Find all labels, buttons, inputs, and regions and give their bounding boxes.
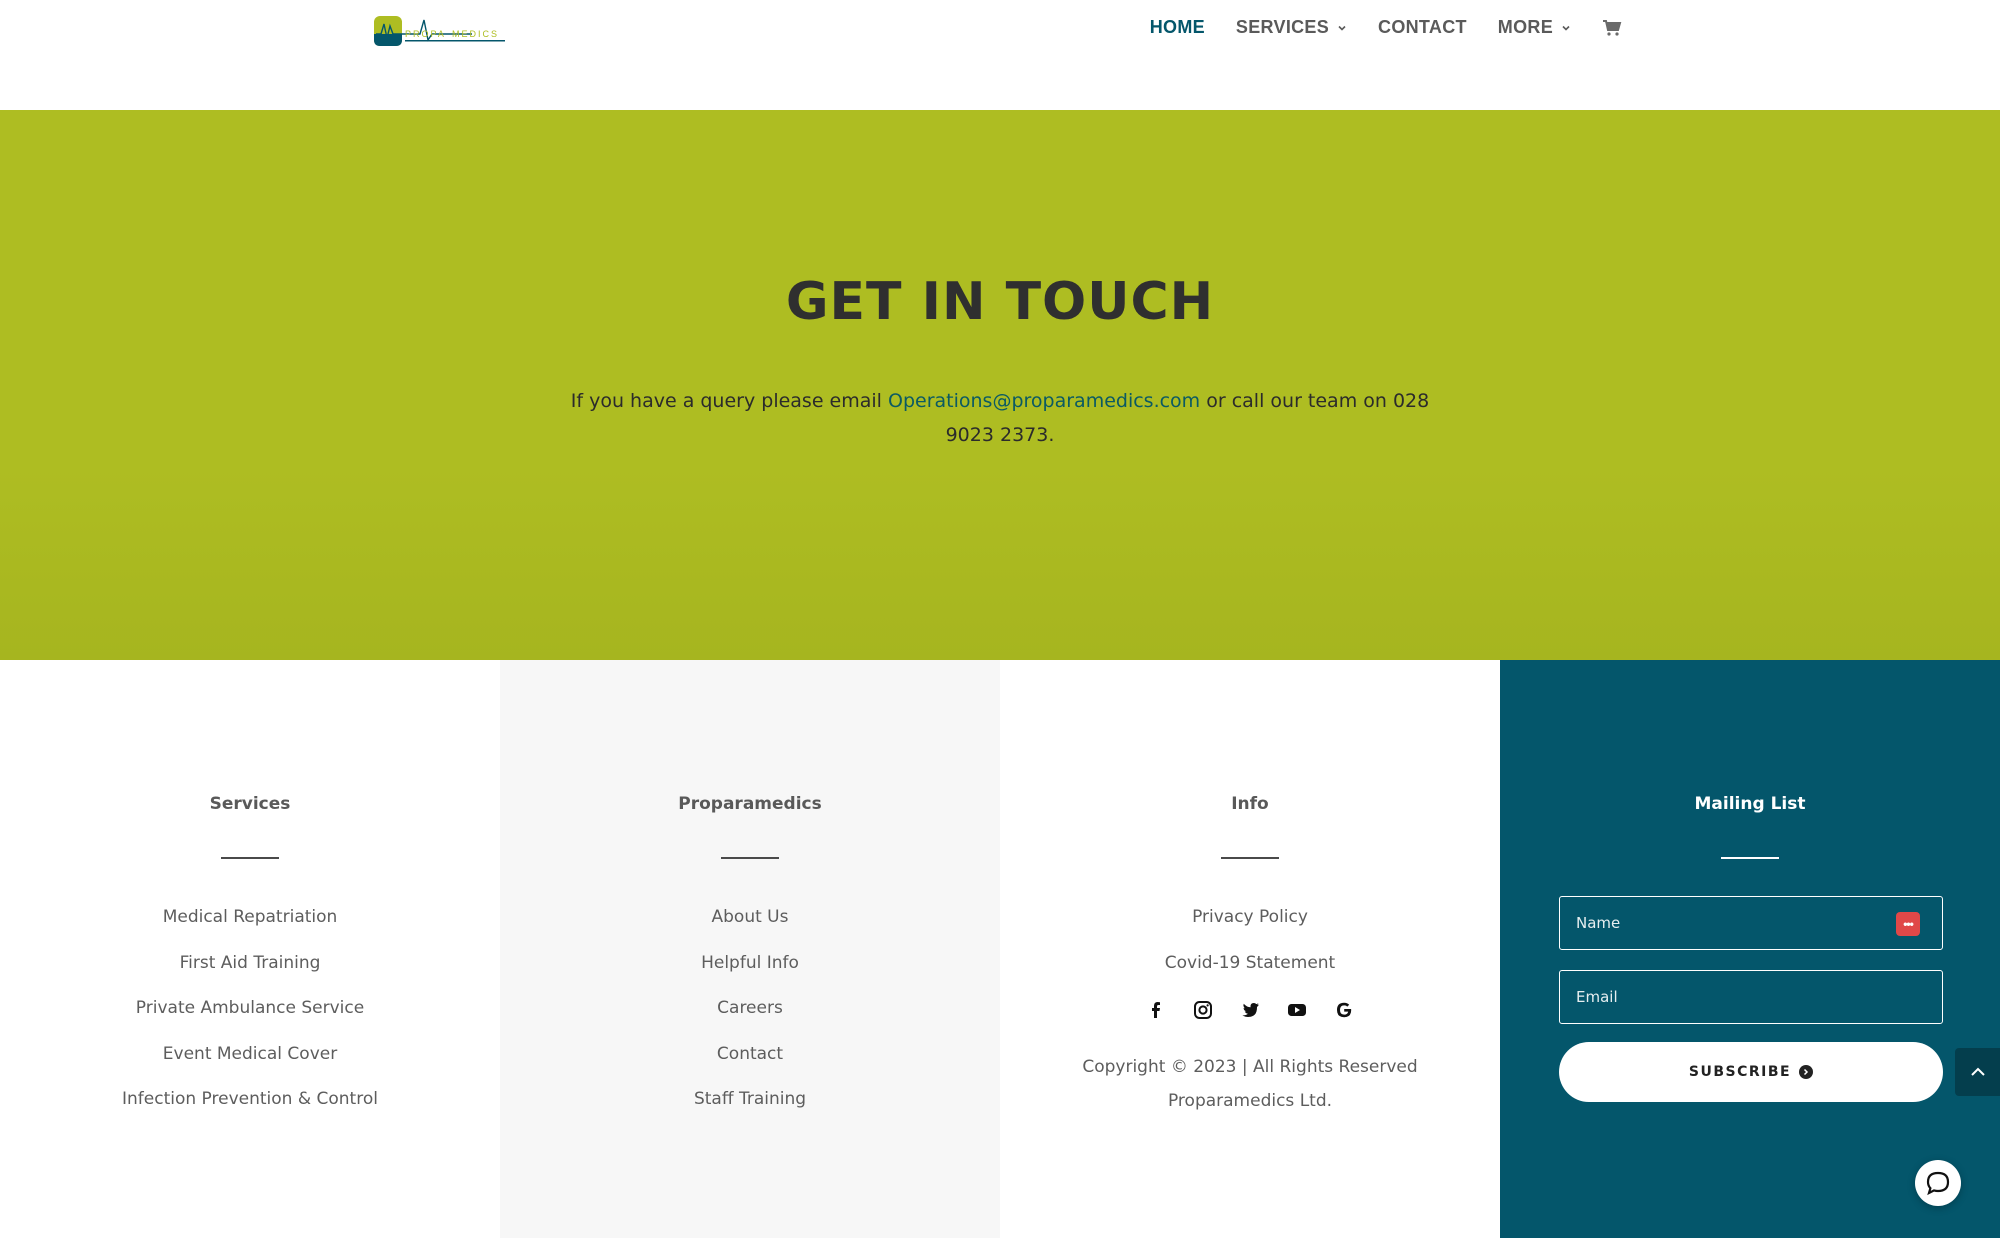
subscribe-label: SUBSCRIBE <box>1688 1064 1792 1080</box>
footer-proparamedics-column: Proparamedics About Us Helpful Info Care… <box>500 660 1000 1238</box>
site-logo[interactable]: PROPA MEDICS <box>372 14 512 50</box>
social-links <box>1000 1000 1500 1020</box>
instagram-icon[interactable] <box>1193 1000 1213 1020</box>
footer-link[interactable]: Privacy Policy <box>1000 902 1500 948</box>
footer-link[interactable]: Contact <box>500 1039 1000 1085</box>
name-field[interactable] <box>1559 896 1943 950</box>
footer-link[interactable]: Private Ambulance Service <box>0 993 500 1039</box>
nav-home-label: HOME <box>1149 17 1205 37</box>
back-to-top-button[interactable] <box>1955 1048 2000 1096</box>
footer-link[interactable]: Event Medical Cover <box>0 1039 500 1085</box>
nav-more[interactable]: MORE <box>1498 17 1571 38</box>
footer-mailing-title: Mailing List <box>1694 794 1806 814</box>
chevron-up-icon <box>1970 1067 1985 1076</box>
svg-text:PROPA: PROPA <box>405 29 446 39</box>
copyright-text: Copyright © 2023 | All Rights Reserved P… <box>1082 1057 1418 1111</box>
footer-link[interactable]: About Us <box>500 902 1000 948</box>
twitter-icon[interactable] <box>1240 1000 1260 1020</box>
youtube-icon[interactable] <box>1287 1000 1307 1020</box>
footer-link[interactable]: Helpful Info <box>500 948 1000 994</box>
services-links: Medical Repatriation First Aid Training … <box>0 902 500 1130</box>
footer-link[interactable]: First Aid Training <box>0 948 500 994</box>
chevron-down-icon <box>1338 25 1346 31</box>
footer-info-title: Info <box>1231 794 1269 814</box>
email-link[interactable]: Operations@proparamedics.com <box>888 390 1200 412</box>
main-nav: HOME SERVICES CONTACT MORE <box>1150 17 1622 38</box>
footer-services-column: Services Medical Repatriation First Aid … <box>0 660 500 1238</box>
nav-services-label: SERVICES <box>1235 17 1330 37</box>
divider <box>1721 857 1779 859</box>
nav-contact[interactable]: CONTACT <box>1378 17 1467 38</box>
footer-services-title: Services <box>209 794 291 814</box>
google-icon[interactable] <box>1334 1000 1354 1020</box>
chat-widget-button[interactable] <box>1915 1160 1961 1206</box>
footer-link[interactable]: Covid-19 Statement <box>1000 948 1500 994</box>
footer-link[interactable]: Careers <box>500 993 1000 1039</box>
chat-bubble-icon <box>1926 1171 1950 1196</box>
svg-text:MEDICS: MEDICS <box>452 29 499 39</box>
subscribe-button[interactable]: SUBSCRIBE <box>1559 1042 1943 1102</box>
footer-info-column: Info Privacy Policy Covid-19 Statement C… <box>1000 660 1500 1238</box>
arrow-right-circle-icon <box>1799 1065 1814 1079</box>
password-manager-icon[interactable]: ••• <box>1896 912 1920 936</box>
info-links: Privacy Policy Covid-19 Statement <box>1000 902 1500 993</box>
nav-home[interactable]: HOME <box>1150 17 1205 38</box>
divider <box>1221 857 1279 859</box>
footer-link[interactable]: Infection Prevention & Control <box>0 1084 500 1130</box>
divider <box>221 857 279 859</box>
footer-link[interactable]: Medical Repatriation <box>0 902 500 948</box>
facebook-icon[interactable] <box>1146 1000 1166 1020</box>
hero-text: If you have a query please email Operati… <box>570 384 1430 452</box>
proparamedics-links: About Us Helpful Info Careers Contact St… <box>500 902 1000 1130</box>
nav-services[interactable]: SERVICES <box>1236 17 1347 38</box>
site-footer: Services Medical Repatriation First Aid … <box>0 660 2000 1238</box>
footer-proparamedics-title: Proparamedics <box>678 794 822 814</box>
footer-link[interactable]: Staff Training <box>500 1084 1000 1130</box>
site-header: PROPA MEDICS HOME SERVICES CONTACT MORE <box>0 0 2000 110</box>
nav-contact-label: CONTACT <box>1378 17 1467 37</box>
nav-more-label: MORE <box>1497 17 1553 37</box>
get-in-touch-section: GET IN TOUCH If you have a query please … <box>0 110 2000 660</box>
hero-title: GET IN TOUCH <box>785 272 1215 332</box>
divider <box>721 857 779 859</box>
hero-text-before: If you have a query please email <box>570 390 888 412</box>
footer-mailing-column: Mailing List ••• SUBSCRIBE <box>1500 660 2000 1238</box>
cart-icon[interactable] <box>1602 19 1622 37</box>
email-field[interactable] <box>1559 970 1943 1024</box>
chevron-down-icon <box>1562 25 1570 31</box>
